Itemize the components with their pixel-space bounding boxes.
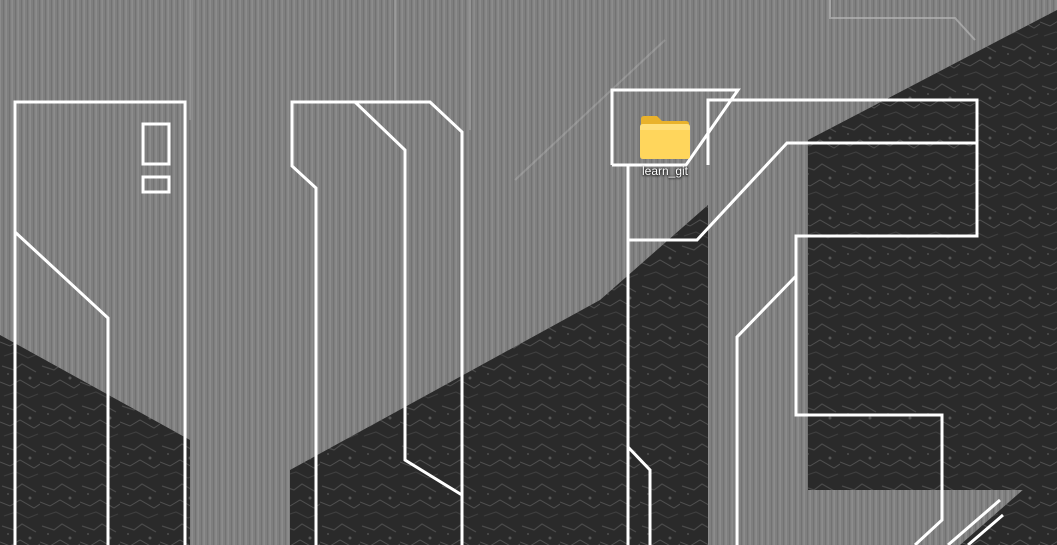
desktop-icon-label: learn_git — [641, 164, 689, 178]
folder-icon — [640, 116, 690, 159]
desktop-icon-learn-git[interactable]: learn_git — [626, 108, 704, 194]
wallpaper — [0, 0, 1057, 545]
desktop[interactable]: learn_git — [0, 0, 1057, 545]
